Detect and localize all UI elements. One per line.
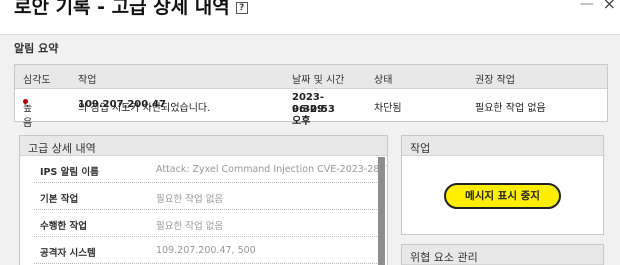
action-text: 의 침입 시도가 차단되었습니다. [78,103,211,114]
threat-header[interactable]: 위협 요소 관리 [402,245,603,265]
detail-label: 공격자 시스템 [40,248,96,259]
summary-row[interactable]: 높음 109.207.200.47 의 침입 시도가 차단되었습니다. 2023-… [15,89,607,129]
detail-label: 수행한 작업 [40,221,88,232]
detail-value: 필요한 작업 없음 [156,221,224,232]
detail-label: 기본 작업 [40,194,79,205]
detail-value: Attack: Zyxel Command Injection CVE-2023… [156,164,388,175]
detail-row-attacker: 공격자 시스템 109.207.200.47, 500 [34,237,377,264]
minimize-icon[interactable]: — [580,0,594,12]
threat-management-panel: 위협 요소 관리 [401,244,604,265]
alert-summary-table: 심각도 작업 날짜 및 시간 상태 권장 작업 높음 109.207.200.4… [14,64,608,129]
detail-row-ips-name: IPS 알림 이름 Attack: Zyxel Command Injectio… [34,156,387,183]
status-cell: 차단됨 [374,103,402,114]
col-status: 상태 [374,75,393,86]
col-recommended: 권장 작업 [475,75,515,86]
actions-header: 작업 [402,136,603,156]
severity-text: 높음 [23,103,33,129]
advanced-details-panel: 고급 상세 내역 IPS 알림 이름 Attack: Zyxel Command… [19,135,388,265]
details-scrollbar[interactable] [378,157,385,265]
detail-row-default-action: 기본 작업 필요한 작업 없음 [34,183,377,210]
close-icon[interactable]: × [603,0,616,13]
summary-table-header: 심각도 작업 날짜 및 시간 상태 권장 작업 [15,65,607,89]
window-title-text: 로안 기록 - 고급 상세 내역 [14,0,230,18]
alert-summary-label: 알림 요약 [14,42,59,55]
details-header: 고급 상세 내역 [20,136,387,156]
help-icon[interactable]: ? [235,1,248,14]
detail-value: 109.207.200.47, 500 [156,245,256,256]
detail-row-action-taken: 수행한 작업 필요한 작업 없음 [34,210,377,237]
detail-value: 필요한 작업 없음 [156,194,224,205]
date-line2: 9:32:53 [292,104,335,115]
window-title: 로안 기록 - 고급 상세 내역? [14,0,248,19]
main-content: 알림 요약 심각도 작업 날짜 및 시간 상태 권장 작업 높음 109.207… [0,34,620,265]
col-datetime: 날짜 및 시간 [292,75,345,86]
detail-label: IPS 알림 이름 [40,167,99,178]
stop-showing-message-button[interactable]: 메시지 표시 중지 [444,183,561,209]
col-severity: 심각도 [23,75,51,86]
title-bar: 로안 기록 - 고급 상세 내역? — × [0,0,620,34]
col-action: 작업 [78,75,97,86]
recommended-cell: 필요한 작업 없음 [475,103,546,114]
actions-panel: 작업 메시지 표시 중지 [401,135,604,235]
